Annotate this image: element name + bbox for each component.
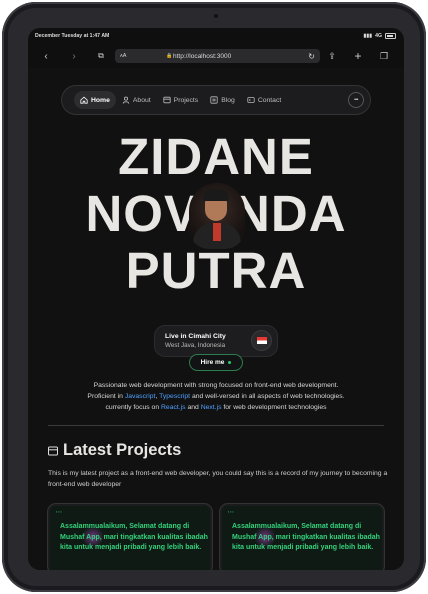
bio-line-1: Passionate web development with strong f…	[93, 382, 339, 389]
home-icon	[80, 96, 88, 104]
avatar-hair	[203, 189, 229, 201]
status-time: December Tuesday at 1:47 AM	[35, 33, 110, 39]
nav-label-contact: Contact	[257, 96, 282, 104]
bio-text: Passionate web development with strong f…	[52, 380, 380, 413]
project-headline: Assalammualaikum, Selamat datang di Mush…	[60, 523, 208, 551]
thumbnail-topbar: ▪ ▪ ▪	[228, 510, 234, 514]
screen: December Tuesday at 1:47 AM ▮▮▮ 4G ‹ › ⧉…	[28, 28, 404, 570]
nav-item-about[interactable]: About	[116, 91, 157, 109]
latest-projects-title: Latest Projects	[63, 441, 182, 459]
tabs-icon[interactable]: ❐	[376, 48, 392, 64]
project-thumbnail: ▪ ▪ ▪ Assalammualaikum, Selamat datang d…	[222, 506, 382, 570]
javascript-link[interactable]: Javascript	[125, 393, 156, 400]
address-bar[interactable]: ᴀA 🔒 http://localhost:3000 ↻	[115, 49, 320, 63]
bio-text-span: for web development technologies	[221, 404, 327, 411]
web-page: Home About Projects Blog Contact ••• ZID…	[28, 68, 404, 570]
typescript-link[interactable]: Typescript	[159, 393, 190, 400]
tablet-frame: December Tuesday at 1:47 AM ▮▮▮ 4G ‹ › ⧉…	[2, 2, 426, 592]
hero-line-1: ZIDANE	[118, 128, 314, 185]
location-card: Live in Cimahi City West Java, Indonesia	[155, 326, 277, 356]
nav-label-blog: Blog	[221, 96, 235, 104]
back-icon[interactable]: ‹	[38, 48, 54, 64]
location-region: West Java, Indonesia	[165, 342, 226, 349]
bio-line-3: currently focus on React.js and Next.js …	[52, 402, 380, 413]
nav-label-about: About	[132, 96, 151, 104]
user-icon	[122, 96, 130, 104]
more-icon: •••	[354, 97, 358, 103]
nav-item-projects[interactable]: Projects	[157, 91, 205, 109]
status-indicators: ▮▮▮ 4G	[363, 33, 396, 39]
project-thumbnail: ▪ ▪ ▪ Assalammualaikum, Selamat datang d…	[50, 506, 210, 570]
status-dot-icon	[228, 361, 232, 364]
project-card[interactable]: ▪ ▪ ▪ Assalammualaikum, Selamat datang d…	[220, 504, 384, 570]
contact-icon	[247, 97, 255, 103]
bio-text-span: and	[185, 404, 201, 411]
share-icon[interactable]: ⇪	[324, 48, 340, 64]
navbar: Home About Projects Blog Contact •••	[62, 86, 370, 114]
nav-item-contact[interactable]: Contact	[241, 91, 287, 109]
nextjs-link[interactable]: Next.js	[201, 404, 222, 411]
more-button[interactable]: •••	[348, 92, 364, 108]
bio-line-2: Proficient in Javascript, Typescript and…	[52, 391, 380, 402]
location-city: Live in Cimahi City	[165, 333, 226, 340]
new-tab-icon[interactable]: +	[350, 48, 366, 64]
hire-me-label: Hire me	[200, 359, 225, 366]
url-text[interactable]: http://localhost:3000	[173, 53, 231, 60]
hero-line-3: PUTRA	[125, 242, 307, 299]
reader-icon[interactable]: ⧉	[93, 48, 109, 64]
bio-text-span: and well-versed in all aspects of web te…	[190, 393, 345, 400]
reactjs-link[interactable]: React.js	[161, 404, 186, 411]
blog-icon	[210, 96, 218, 104]
projects-icon	[163, 96, 171, 104]
project-headline: Assalammualaikum, Selamat datang di Mush…	[232, 523, 380, 551]
bio-text-span: Proficient in	[87, 393, 125, 400]
browser-toolbar: ‹ › ⧉ ᴀA 🔒 http://localhost:3000 ↻ ⇪ + ❐	[28, 44, 404, 68]
hire-me-button[interactable]: Hire me	[190, 355, 242, 370]
text-size-button[interactable]: ᴀA	[120, 53, 126, 59]
indonesia-flag-icon	[252, 331, 271, 350]
front-camera	[214, 14, 218, 18]
nav-label-home: Home	[91, 96, 110, 104]
battery-icon	[385, 33, 396, 39]
status-bar: December Tuesday at 1:47 AM ▮▮▮ 4G	[28, 28, 404, 44]
avatar-lanyard	[213, 223, 221, 241]
latest-projects-heading: Latest Projects	[48, 441, 181, 460]
forward-icon[interactable]: ›	[66, 48, 82, 64]
profile-avatar	[189, 183, 245, 249]
signal-icon: ▮▮▮	[363, 33, 373, 39]
thumbnail-topbar: ▪ ▪ ▪	[56, 510, 62, 514]
bio-text-span: currently focus on	[105, 404, 162, 411]
projects-icon	[48, 446, 58, 455]
lock-icon: 🔒	[166, 53, 173, 59]
nav-item-blog[interactable]: Blog	[204, 91, 241, 109]
network-label: 4G	[375, 33, 382, 39]
nav-item-home[interactable]: Home	[74, 91, 116, 109]
section-divider	[48, 425, 384, 426]
nav-label-projects: Projects	[173, 96, 199, 104]
project-card[interactable]: ▪ ▪ ▪ Assalammualaikum, Selamat datang d…	[48, 504, 212, 570]
reload-icon[interactable]: ↻	[308, 52, 315, 61]
latest-projects-description: This is my latest project as a front-end…	[48, 470, 388, 488]
